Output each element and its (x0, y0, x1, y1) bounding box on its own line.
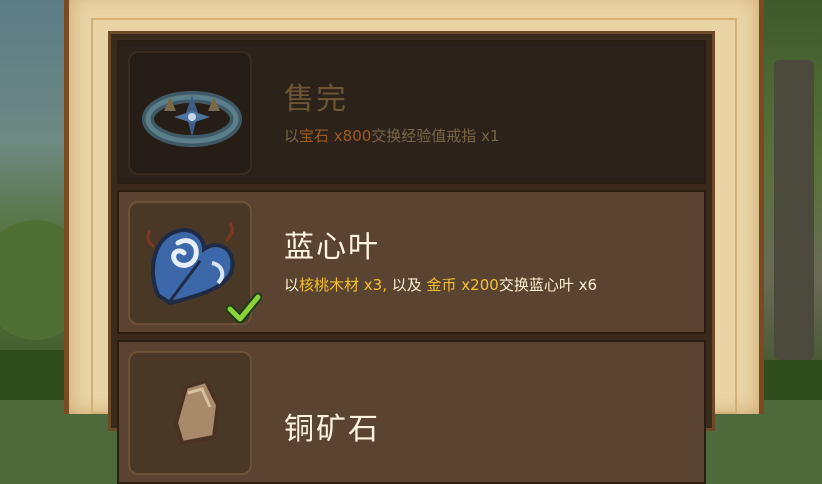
item-icon-slot (128, 201, 262, 325)
desc-prefix: 以 (284, 276, 300, 294)
shop-item-row-copper-ore[interactable]: 铜矿石 (117, 340, 706, 484)
item-icon-slot (128, 51, 252, 175)
desc-result: 交换经验值戒指 x1 (371, 127, 500, 145)
ring-icon (142, 91, 242, 147)
item-exchange-description: 以宝石 x800交换经验值戒指 x1 (284, 125, 500, 146)
shop-item-row-blue-heart-leaf[interactable]: 蓝心叶 以核桃木材 x3, 以及 金币 x200交换蓝心叶 x6 (117, 190, 706, 334)
desc-result: 交换蓝心叶 x6 (498, 276, 598, 294)
desc-cost-gold: 金币 x200 (426, 276, 499, 294)
background-left-scenery (0, 0, 90, 400)
copper-ore-icon (173, 378, 221, 446)
item-title: 售完 (284, 82, 348, 117)
background-grass (0, 350, 70, 400)
item-icon-slot (128, 351, 252, 475)
checkmark-icon (226, 292, 262, 324)
desc-cost-walnut-wood: 核桃木材 x3, (299, 276, 387, 294)
desc-conjunction: 以及 (386, 276, 427, 294)
background-tree-trunk (774, 60, 814, 360)
item-title: 蓝心叶 (284, 230, 380, 265)
shop-item-row-sold-out[interactable]: 售完 以宝石 x800交换经验值戒指 x1 (117, 40, 706, 184)
desc-cost-gems: 宝石 x800 (299, 127, 372, 145)
shop-item-list[interactable]: 售完 以宝石 x800交换经验值戒指 x1 蓝心叶 以核桃木材 x3, 以及 金… (108, 31, 715, 484)
item-exchange-description: 以核桃木材 x3, 以及 金币 x200交换蓝心叶 x6 (284, 274, 597, 295)
desc-prefix: 以 (284, 127, 300, 145)
item-title: 铜矿石 (284, 412, 380, 447)
